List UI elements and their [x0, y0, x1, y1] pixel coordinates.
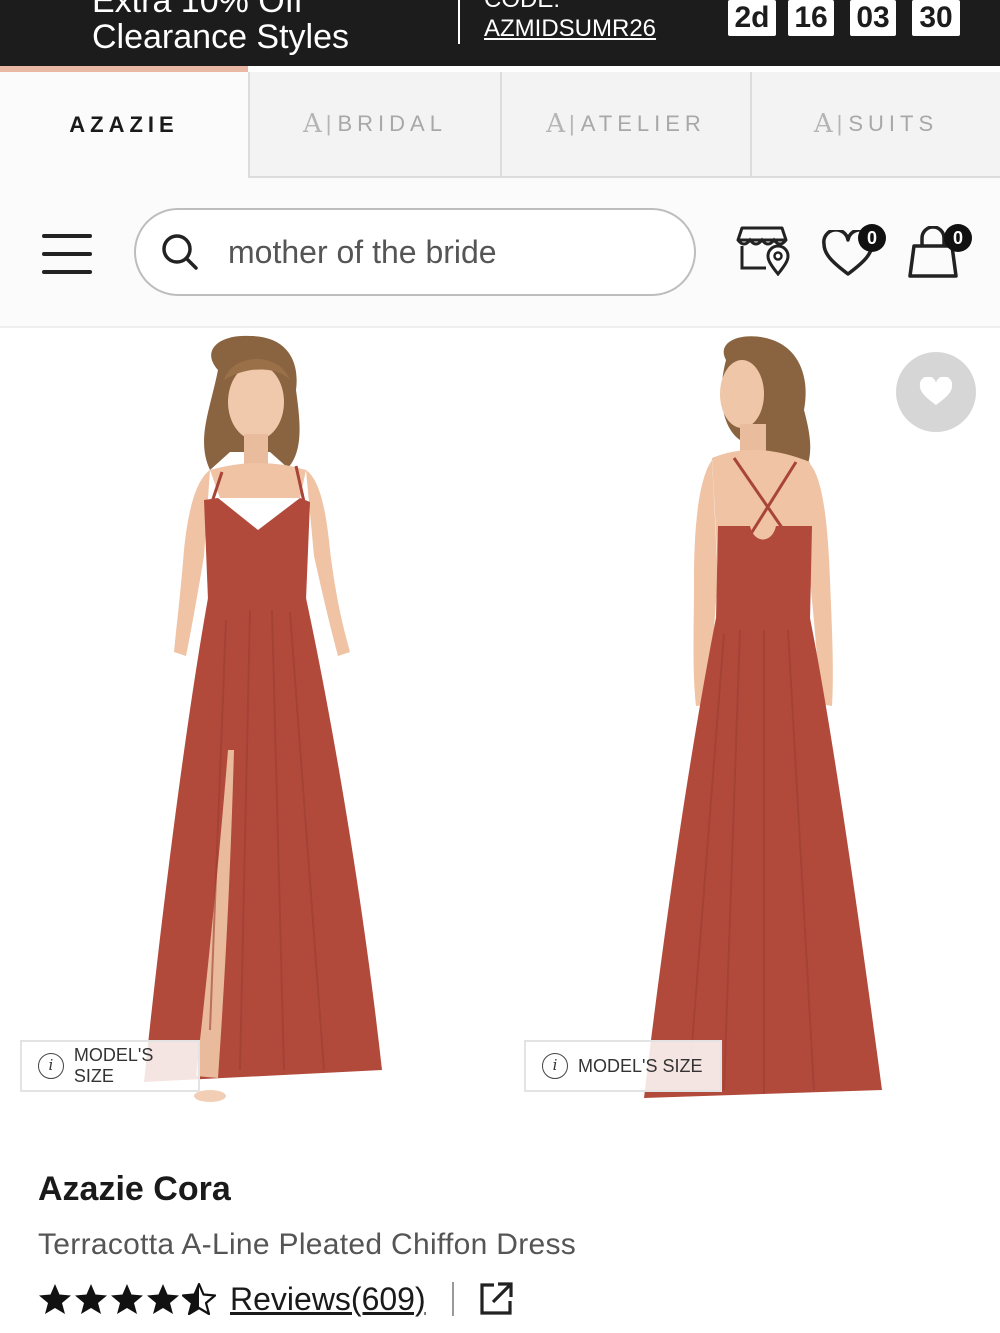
tab-bridal-label: BRIDAL: [337, 111, 447, 136]
star-icon: [147, 1284, 179, 1314]
tab-suits-label: SUITS: [848, 111, 939, 136]
info-icon: i: [38, 1053, 64, 1079]
promo-divider: [458, 0, 460, 44]
brand-separator: |: [836, 111, 843, 136]
promo-offer-line1: Extra 10% Off: [92, 0, 304, 20]
promo-code: CODE: AZMIDSUMR26: [484, 0, 656, 44]
brand-logo-icon: A: [303, 109, 322, 139]
countdown-days: 2d: [728, 0, 776, 36]
reviews-link[interactable]: Reviews(609): [230, 1281, 426, 1318]
tab-azazie[interactable]: AZAZIE: [0, 72, 248, 178]
active-tab-indicator: [0, 66, 248, 72]
menu-icon[interactable]: [42, 234, 92, 274]
half-star-icon: [182, 1283, 216, 1315]
product-image-back[interactable]: [600, 330, 920, 1120]
brand-logo-icon: A: [546, 109, 565, 139]
wishlist-count-badge: 0: [858, 224, 886, 252]
model-size-label: MODEL'S SIZE: [73, 1045, 154, 1086]
store-locator-icon[interactable]: [736, 222, 792, 276]
divider: [451, 1282, 454, 1316]
star-rating: [38, 1283, 216, 1315]
search-icon: [162, 234, 198, 270]
promo-code-label: CODE:: [484, 0, 656, 14]
product-title: Azazie Cora: [38, 1170, 231, 1208]
countdown-minutes: 03: [850, 0, 896, 36]
promo-code-value[interactable]: AZMIDSUMR26: [484, 14, 656, 44]
model-size-button[interactable]: i MODEL'S SIZE: [524, 1040, 722, 1092]
promo-offer-line2: Clearance Styles: [92, 18, 350, 56]
info-icon: i: [542, 1053, 568, 1079]
countdown-seconds: 30: [912, 0, 960, 36]
tab-atelier-label: ATELIER: [580, 111, 706, 136]
share-icon[interactable]: [478, 1281, 514, 1317]
tab-bridal[interactable]: A | BRIDAL: [248, 72, 500, 178]
brand-logo-icon: A: [813, 109, 833, 139]
add-to-wishlist-button[interactable]: [896, 352, 976, 432]
brand-separator: |: [325, 111, 332, 136]
model-size-button[interactable]: i MODEL'S SIZE: [20, 1040, 200, 1092]
search-query[interactable]: mother of the bride: [228, 232, 497, 272]
star-icon: [111, 1284, 143, 1314]
tab-azazie-label: AZAZIE: [69, 112, 179, 137]
brand-separator: |: [569, 111, 575, 136]
star-icon: [39, 1284, 71, 1314]
countdown-hours: 16: [788, 0, 834, 36]
tab-atelier[interactable]: A | ATELIER: [500, 72, 750, 178]
product-description: Terracotta A-Line Pleated Chiffon Dress: [38, 1228, 577, 1261]
star-icon: [75, 1284, 107, 1314]
promo-offer: Extra 10% Off Clearance Styles: [92, 0, 349, 56]
model-size-label: MODEL'S SIZE: [578, 1055, 703, 1076]
product-image-front[interactable]: [100, 330, 420, 1120]
heart-icon: [919, 377, 953, 405]
promo-banner[interactable]: Extra 10% Off Clearance Styles CODE: AZM…: [0, 0, 1000, 66]
rating-row: Reviews(609): [38, 1276, 514, 1322]
tab-suits[interactable]: A | SUITS: [750, 72, 1000, 178]
cart-count-badge: 0: [944, 224, 972, 252]
